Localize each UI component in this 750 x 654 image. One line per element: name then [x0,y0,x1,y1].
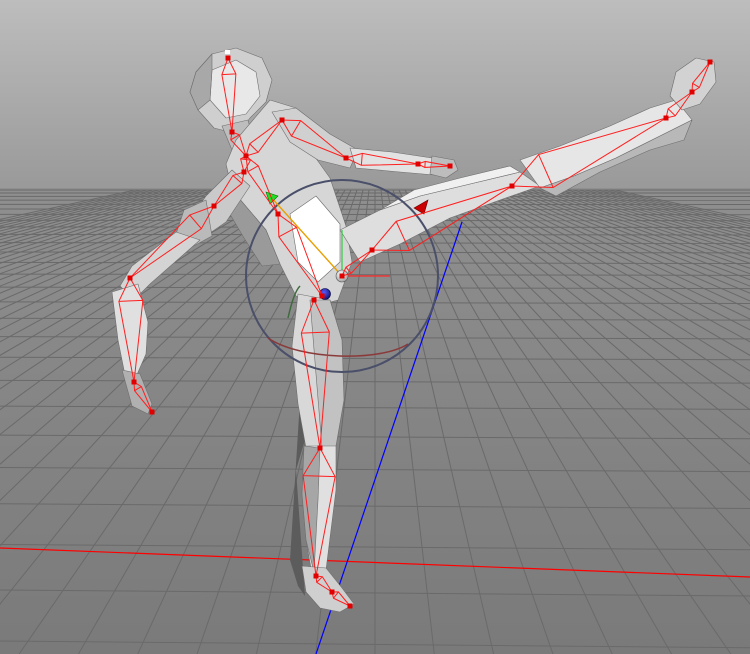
joint-lHip[interactable] [311,297,317,303]
joint-spine[interactable] [275,211,281,217]
joint-lAnkle[interactable] [313,573,319,579]
joint-lElbow[interactable] [211,203,217,209]
joint-lToe[interactable] [329,589,335,595]
joint-rAnkle[interactable] [663,115,669,121]
joint-rHip[interactable] [369,247,375,253]
joint-lKnee[interactable] [317,445,323,451]
joint-lWrist2[interactable] [131,379,137,385]
joint-hip[interactable] [319,293,325,299]
joint-head-end-marker [225,50,230,54]
3d-viewport[interactable] [0,0,750,654]
joint-neck[interactable] [243,153,249,159]
joint-rShoulder[interactable] [279,117,285,123]
joint-rKnee[interactable] [509,183,515,189]
joint-rWrist[interactable] [415,161,421,167]
joint-rTip[interactable] [707,59,713,65]
joint-lHand[interactable] [149,409,155,415]
joint-lTip[interactable] [347,603,353,609]
joint-rHand[interactable] [447,163,453,169]
joint-lShoulder[interactable] [241,169,247,175]
joint-rElbow[interactable] [343,155,349,161]
joint-headTop[interactable] [225,55,231,61]
joint-pelvis[interactable] [339,273,345,279]
joint-headBase[interactable] [229,129,235,135]
joint-rToe[interactable] [689,89,695,95]
joint-lWrist[interactable] [127,275,133,281]
